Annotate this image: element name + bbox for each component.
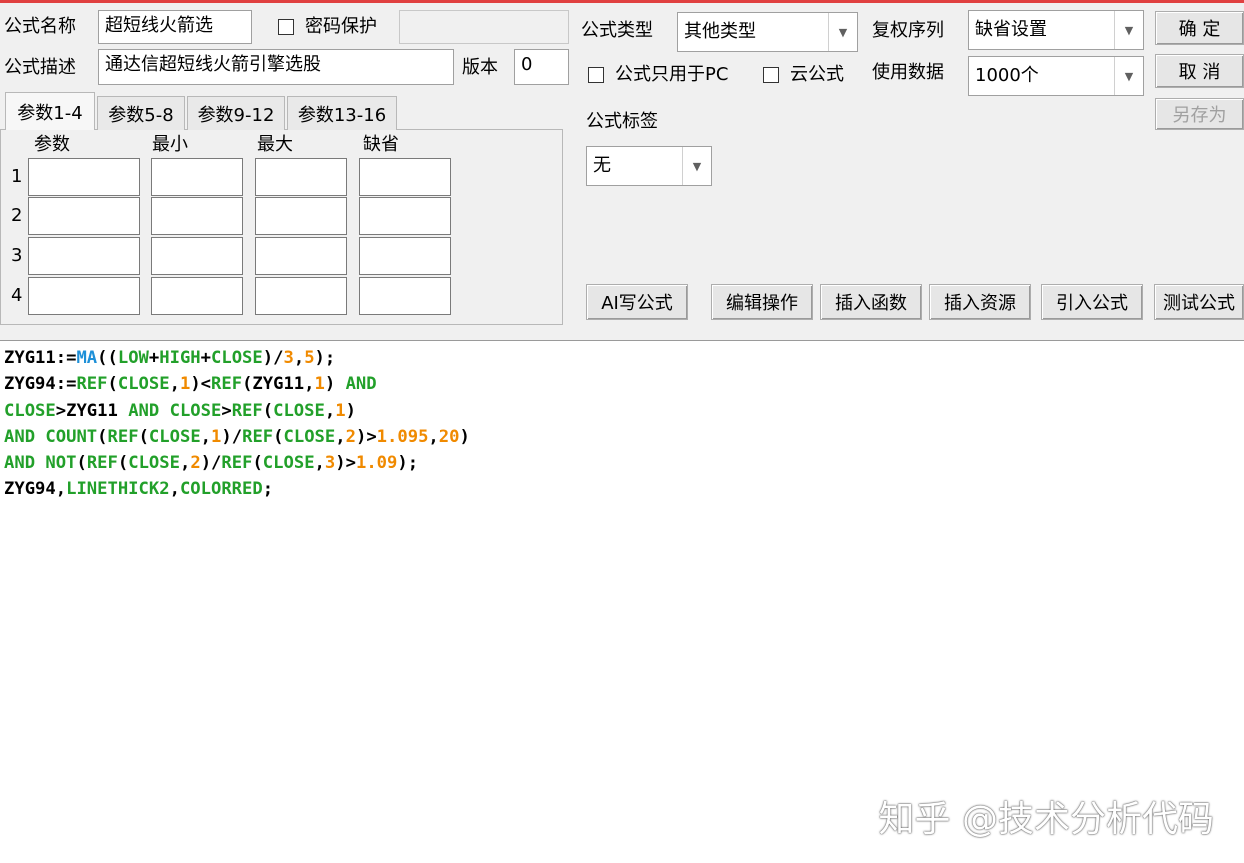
restore-seq-label: 复权序列 [872, 20, 944, 41]
use-data-value: 1000个 [975, 65, 1039, 86]
password-label: 密码保护 [305, 16, 377, 37]
param-4-min[interactable] [151, 277, 243, 315]
param-3-min[interactable] [151, 237, 243, 275]
code-line: AND COUNT(REF(CLOSE,1)/REF(CLOSE,2)>1.09… [4, 426, 470, 447]
code-line: AND NOT(REF(CLOSE,2)/REF(CLOSE,3)>1.09); [4, 453, 419, 474]
insert-resource-button[interactable]: 插入资源 [929, 284, 1031, 320]
use-data-select[interactable]: 1000个 ▼ [968, 56, 1144, 96]
use-data-label: 使用数据 [872, 62, 944, 83]
param-header-name: 参数 [34, 134, 70, 155]
param-header-max: 最大 [257, 134, 293, 155]
version-label: 版本 [462, 57, 498, 78]
code-line: ZYG11:=MA((LOW+HIGH+CLOSE)/3,5); [4, 348, 336, 368]
tab-params-13-16[interactable]: 参数13-16 [287, 96, 397, 130]
import-formula-button[interactable]: 引入公式 [1041, 284, 1143, 320]
password-input [399, 10, 569, 44]
param-header-default: 缺省 [363, 134, 399, 155]
param-row-number: 3 [11, 245, 23, 266]
test-formula-button[interactable]: 测试公式 [1154, 284, 1244, 320]
param-row-number: 2 [11, 205, 23, 226]
param-2-default[interactable] [359, 197, 451, 235]
ok-button[interactable]: 确 定 [1155, 11, 1244, 45]
tab-params-1-4[interactable]: 参数1-4 [5, 92, 95, 130]
window-top-border [0, 0, 1244, 3]
formula-name-input[interactable]: 超短线火箭选 [98, 10, 252, 44]
pc-only-label: 公式只用于PC [615, 64, 729, 85]
formula-desc-input[interactable]: 通达信超短线火箭引擎选股 [98, 49, 454, 85]
param-3-max[interactable] [255, 237, 347, 275]
param-2-max[interactable] [255, 197, 347, 235]
tab-params-5-8[interactable]: 参数5-8 [97, 96, 185, 130]
save-as-button[interactable]: 另存为 [1155, 98, 1244, 130]
param-3-name[interactable] [28, 237, 140, 275]
formula-type-value: 其他类型 [684, 21, 756, 42]
param-row-number: 4 [11, 285, 23, 306]
param-2-min[interactable] [151, 197, 243, 235]
cloud-formula-checkbox[interactable] [763, 67, 779, 83]
restore-seq-select[interactable]: 缺省设置 ▼ [968, 10, 1144, 50]
param-header-min: 最小 [152, 134, 188, 155]
param-1-default[interactable] [359, 158, 451, 196]
param-1-min[interactable] [151, 158, 243, 196]
code-line: CLOSE>ZYG11 AND CLOSE>REF(CLOSE,1) [4, 400, 356, 421]
param-row-number: 1 [11, 166, 23, 187]
param-2-name[interactable] [28, 197, 140, 235]
tab-params-9-12[interactable]: 参数9-12 [187, 96, 285, 130]
cloud-formula-label: 云公式 [790, 64, 844, 85]
chevron-down-icon: ▼ [682, 147, 711, 185]
formula-tag-value: 无 [593, 155, 611, 176]
chevron-down-icon: ▼ [1114, 11, 1143, 49]
code-line: ZYG94,LINETHICK2,COLORRED; [4, 479, 274, 500]
formula-code-editor[interactable]: ZYG11:=MA((LOW+HIGH+CLOSE)/3,5); ZYG94:=R… [0, 340, 1244, 863]
pc-only-checkbox[interactable] [588, 67, 604, 83]
param-1-name[interactable] [28, 158, 140, 196]
formula-tag-select[interactable]: 无 ▼ [586, 146, 712, 186]
formula-name-label: 公式名称 [4, 16, 76, 37]
version-input[interactable]: 0 [514, 49, 569, 85]
code-line: ZYG94:=REF(CLOSE,1)<REF(ZYG11,1) AND [4, 374, 377, 395]
param-1-max[interactable] [255, 158, 347, 196]
password-checkbox[interactable] [278, 19, 294, 35]
formula-type-label: 公式类型 [581, 20, 653, 41]
param-3-default[interactable] [359, 237, 451, 275]
chevron-down-icon: ▼ [1114, 57, 1143, 95]
restore-seq-value: 缺省设置 [975, 19, 1047, 40]
insert-function-button[interactable]: 插入函数 [820, 284, 922, 320]
watermark: 知乎 @技术分析代码 [878, 799, 1214, 840]
ai-write-formula-button[interactable]: AI写公式 [586, 284, 688, 320]
formula-desc-label: 公式描述 [4, 57, 76, 78]
formula-tag-label: 公式标签 [586, 111, 658, 132]
chevron-down-icon: ▼ [828, 13, 857, 51]
cancel-button[interactable]: 取 消 [1155, 54, 1244, 88]
formula-code: ZYG11:=MA((LOW+HIGH+CLOSE)/3,5); ZYG94:=R… [4, 345, 470, 503]
param-4-default[interactable] [359, 277, 451, 315]
param-4-max[interactable] [255, 277, 347, 315]
param-4-name[interactable] [28, 277, 140, 315]
formula-type-select[interactable]: 其他类型 ▼ [677, 12, 858, 52]
edit-operations-button[interactable]: 编辑操作 [711, 284, 813, 320]
